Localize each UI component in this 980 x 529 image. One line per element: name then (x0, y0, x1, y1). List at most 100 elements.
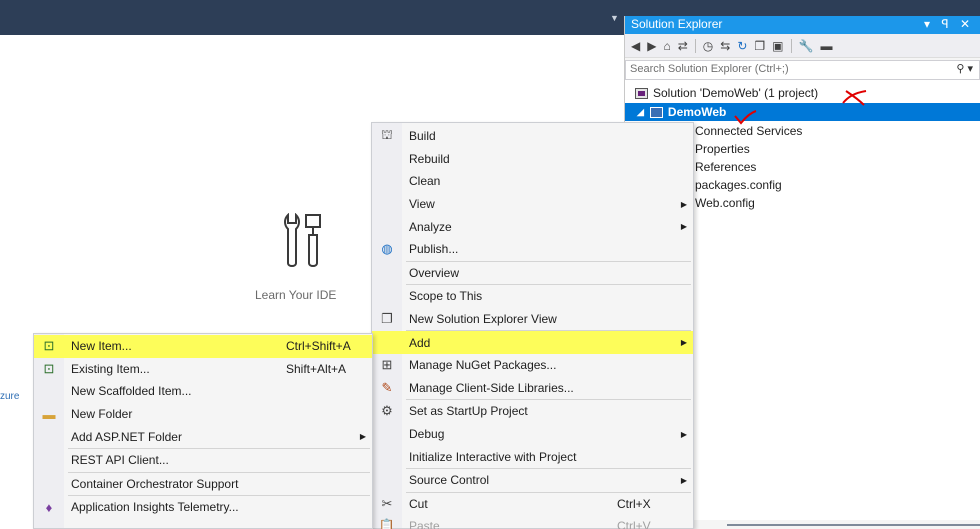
menu-item-new-scaffolded-item[interactable]: New Scaffolded Item... (34, 380, 372, 403)
menu-item-label: View (409, 197, 435, 212)
menu-item-label: Initialize Interactive with Project (409, 449, 577, 464)
menu-item-label: Manage NuGet Packages... (409, 358, 557, 373)
search-icon[interactable]: ⚲ ▾ (956, 62, 973, 75)
menu-item-view[interactable]: View ▶ (372, 193, 693, 216)
azure-link-fragment[interactable]: zure (0, 391, 19, 402)
menu-item-label: Manage Client-Side Libraries... (409, 380, 574, 395)
menu-item-label: Rebuild (409, 151, 450, 166)
switch-views-icon[interactable]: ⇄ (678, 39, 688, 53)
menu-item-label: Set as StartUp Project (409, 404, 528, 419)
menu-item-set-startup[interactable]: ⚙ Set as StartUp Project (372, 400, 693, 423)
sync-icon[interactable]: ⇆ (720, 39, 730, 53)
menu-item-label: New Item... (71, 339, 132, 354)
toolbar-separator (694, 38, 696, 53)
learn-your-ide-link[interactable]: Learn Your IDE (255, 288, 336, 302)
submenu-arrow-icon: ▶ (680, 475, 687, 485)
menu-item-label: Overview (409, 265, 460, 280)
menu-item-label: New Folder (71, 407, 133, 422)
menu-item-manage-client-libraries[interactable]: ✎ Manage Client-Side Libraries... (372, 377, 693, 400)
menu-item-shortcut: Ctrl+X (617, 496, 651, 511)
solution-label: Solution 'DemoWeb' (1 project) (653, 86, 819, 100)
submenu-arrow-icon: ▶ (680, 338, 687, 348)
libraries-icon: ✎ (381, 379, 393, 395)
menu-item-add[interactable]: Add ▶ (372, 331, 693, 354)
menu-item-label: Clean (409, 174, 441, 189)
show-all-files-icon[interactable]: ▣ (772, 39, 783, 53)
menu-item-new-solution-explorer-view[interactable]: ❐ New Solution Explorer View (372, 308, 693, 331)
back-icon[interactable]: ◀ (631, 39, 640, 53)
collapse-all-icon[interactable]: ❐ (754, 39, 765, 53)
menu-item-build[interactable]: ⛫ Build (372, 125, 693, 148)
search-placeholder: Search Solution Explorer (Ctrl+;) (630, 63, 789, 75)
tree-item[interactable]: References (695, 158, 756, 176)
menu-item-label: Add ASP.NET Folder (71, 429, 182, 444)
window-edge (727, 524, 980, 526)
tree-node-project[interactable]: ◢ DemoWeb (625, 103, 980, 121)
menu-item-publish[interactable]: ◍ Publish... (372, 238, 693, 261)
red-x-annotation (842, 90, 867, 106)
folder-icon: ▬ (42, 406, 56, 422)
expand-arrow-icon[interactable]: ◢ (637, 107, 644, 118)
nuget-icon: ⊞ (381, 357, 393, 373)
pending-changes-icon[interactable]: ◷ (703, 39, 713, 53)
home-icon[interactable]: ⌂ (663, 39, 670, 53)
menu-item-label: Cut (409, 496, 428, 511)
menu-item-shortcut: Ctrl+Shift+A (286, 339, 351, 354)
menu-item-rebuild[interactable]: Rebuild (372, 148, 693, 171)
menu-item-scope-to-this[interactable]: Scope to This (372, 285, 693, 308)
menu-item-label: Container Orchestrator Support (71, 476, 239, 491)
menu-item-new-folder[interactable]: ▬ New Folder (34, 403, 372, 426)
refresh-icon[interactable]: ↻ (737, 39, 747, 53)
menu-item-debug[interactable]: Debug ▶ (372, 423, 693, 446)
menu-item-label: Paste (409, 519, 440, 529)
existing-item-icon: ⊡ (43, 360, 55, 376)
app-insights-icon: ♦ (45, 499, 53, 515)
menu-item-analyze[interactable]: Analyze ▶ (372, 215, 693, 238)
menu-item-clean[interactable]: Clean (372, 170, 693, 193)
menu-item-new-item[interactable]: ⊡ New Item... Ctrl+Shift+A (34, 335, 372, 358)
menu-item-rest-api-client[interactable]: REST API Client... (34, 449, 372, 472)
menu-item-label: New Solution Explorer View (409, 312, 557, 327)
menu-item-label: Analyze (409, 219, 452, 234)
tree-item[interactable]: Properties (695, 140, 750, 158)
menu-item-shortcut: Ctrl+V (617, 519, 651, 529)
toolbar-separator (790, 38, 792, 53)
solution-explorer-title: Solution Explorer (631, 17, 723, 31)
pane-window-buttons[interactable]: ▾ ꟼ ✕ (924, 17, 974, 31)
menu-item-label: Add (409, 335, 431, 350)
new-view-icon: ❐ (381, 311, 393, 327)
menu-item-overview[interactable]: Overview (372, 262, 693, 285)
menu-item-label: Build (409, 129, 436, 144)
menu-item-initialize-interactive[interactable]: Initialize Interactive with Project (372, 445, 693, 468)
forward-icon[interactable]: ▶ (647, 39, 656, 53)
menu-item-paste[interactable]: 📋 Paste Ctrl+V (372, 515, 693, 529)
tab-dropdown-icon[interactable]: ▼ (610, 13, 619, 23)
properties-wrench-icon[interactable]: 🔧 (799, 39, 814, 53)
tree-node-solution[interactable]: Solution 'DemoWeb' (1 project) (635, 84, 818, 102)
learn-ide-icon (284, 213, 321, 267)
new-item-icon: ⊡ (43, 338, 55, 354)
gear-icon: ⚙ (381, 403, 393, 419)
menu-item-app-insights[interactable]: ♦ Application Insights Telemetry... (34, 496, 372, 519)
menu-item-cut[interactable]: ✂ Cut Ctrl+X (372, 493, 693, 516)
menu-item-label: Source Control (409, 473, 490, 488)
menu-item-existing-item[interactable]: ⊡ Existing Item... Shift+Alt+A (34, 358, 372, 381)
search-solution-explorer-input[interactable]: Search Solution Explorer (Ctrl+;) ⚲ ▾ (625, 60, 980, 80)
submenu-arrow-icon: ▶ (359, 432, 366, 442)
solution-explorer-title-bar: Solution Explorer ▾ ꟼ ✕ (625, 16, 980, 34)
menu-item-label: Application Insights Telemetry... (71, 500, 239, 515)
preview-icon[interactable]: ▬ (820, 39, 832, 53)
globe-icon: ◍ (381, 241, 393, 257)
tree-item[interactable]: Web.config (695, 194, 755, 212)
tree-item[interactable]: packages.config (695, 176, 782, 194)
red-check-annotation (734, 110, 757, 125)
submenu-arrow-icon: ▶ (680, 222, 687, 232)
menu-item-label: Scope to This (409, 289, 483, 304)
menu-item-label: Debug (409, 427, 445, 442)
submenu-arrow-icon: ▶ (680, 199, 687, 209)
menu-item-manage-nuget[interactable]: ⊞ Manage NuGet Packages... (372, 354, 693, 377)
menu-item-source-control[interactable]: Source Control ▶ (372, 469, 693, 492)
menu-item-add-aspnet-folder[interactable]: Add ASP.NET Folder ▶ (34, 425, 372, 448)
menu-item-container-orchestrator[interactable]: Container Orchestrator Support (34, 473, 372, 496)
submenu-arrow-icon: ▶ (680, 429, 687, 439)
